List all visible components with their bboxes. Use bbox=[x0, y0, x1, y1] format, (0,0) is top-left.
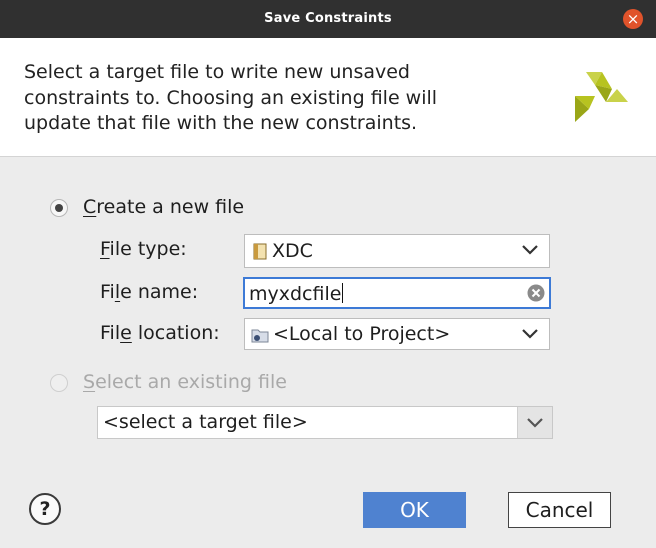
dialog-header: Select a target file to write new unsave… bbox=[0, 38, 656, 157]
file-type-label: File type: bbox=[100, 238, 187, 260]
ok-button[interactable]: OK bbox=[363, 492, 466, 528]
file-name-label: File name: bbox=[100, 281, 199, 303]
file-name-input[interactable]: myxdcfile bbox=[243, 277, 551, 309]
existing-file-dropdown-button[interactable] bbox=[517, 407, 552, 438]
file-name-value: myxdcfile bbox=[249, 283, 342, 305]
file-type-dropdown[interactable]: XDC bbox=[244, 234, 550, 268]
cancel-button[interactable]: Cancel bbox=[508, 492, 611, 528]
description-line: Select a target file to write new unsave… bbox=[24, 61, 410, 83]
description-line: update that file with the new constraint… bbox=[24, 112, 418, 134]
select-existing-file-label[interactable]: Select an existing file bbox=[83, 371, 287, 393]
title-bar: Save Constraints × bbox=[0, 0, 656, 38]
dialog-description: Select a target file to write new unsave… bbox=[24, 60, 524, 137]
chevron-down-icon bbox=[522, 245, 538, 255]
file-type-value: XDC bbox=[272, 240, 313, 262]
create-new-file-radio[interactable] bbox=[50, 199, 68, 217]
help-icon: ? bbox=[39, 498, 51, 520]
close-button[interactable]: × bbox=[623, 9, 643, 29]
vivado-logo-icon bbox=[575, 72, 628, 122]
clear-input-icon[interactable] bbox=[527, 284, 545, 302]
create-new-file-label[interactable]: Create a new file bbox=[83, 196, 244, 218]
close-icon: × bbox=[626, 10, 640, 28]
chevron-down-icon bbox=[522, 329, 538, 339]
file-location-dropdown[interactable]: <Local to Project> bbox=[244, 318, 550, 350]
folder-icon bbox=[251, 329, 269, 343]
dialog-title: Save Constraints bbox=[264, 11, 392, 26]
file-location-label: File location: bbox=[100, 322, 220, 344]
existing-file-dropdown[interactable]: <select a target file> bbox=[97, 406, 553, 439]
chevron-down-icon bbox=[527, 418, 543, 428]
description-line: constraints to. Choosing an existing fil… bbox=[24, 86, 438, 109]
xdc-file-icon bbox=[253, 243, 267, 260]
help-button[interactable]: ? bbox=[29, 493, 61, 525]
file-location-value: <Local to Project> bbox=[273, 323, 451, 345]
existing-file-value: <select a target file> bbox=[103, 411, 308, 433]
text-caret bbox=[342, 283, 344, 303]
select-existing-file-radio[interactable] bbox=[50, 374, 68, 392]
